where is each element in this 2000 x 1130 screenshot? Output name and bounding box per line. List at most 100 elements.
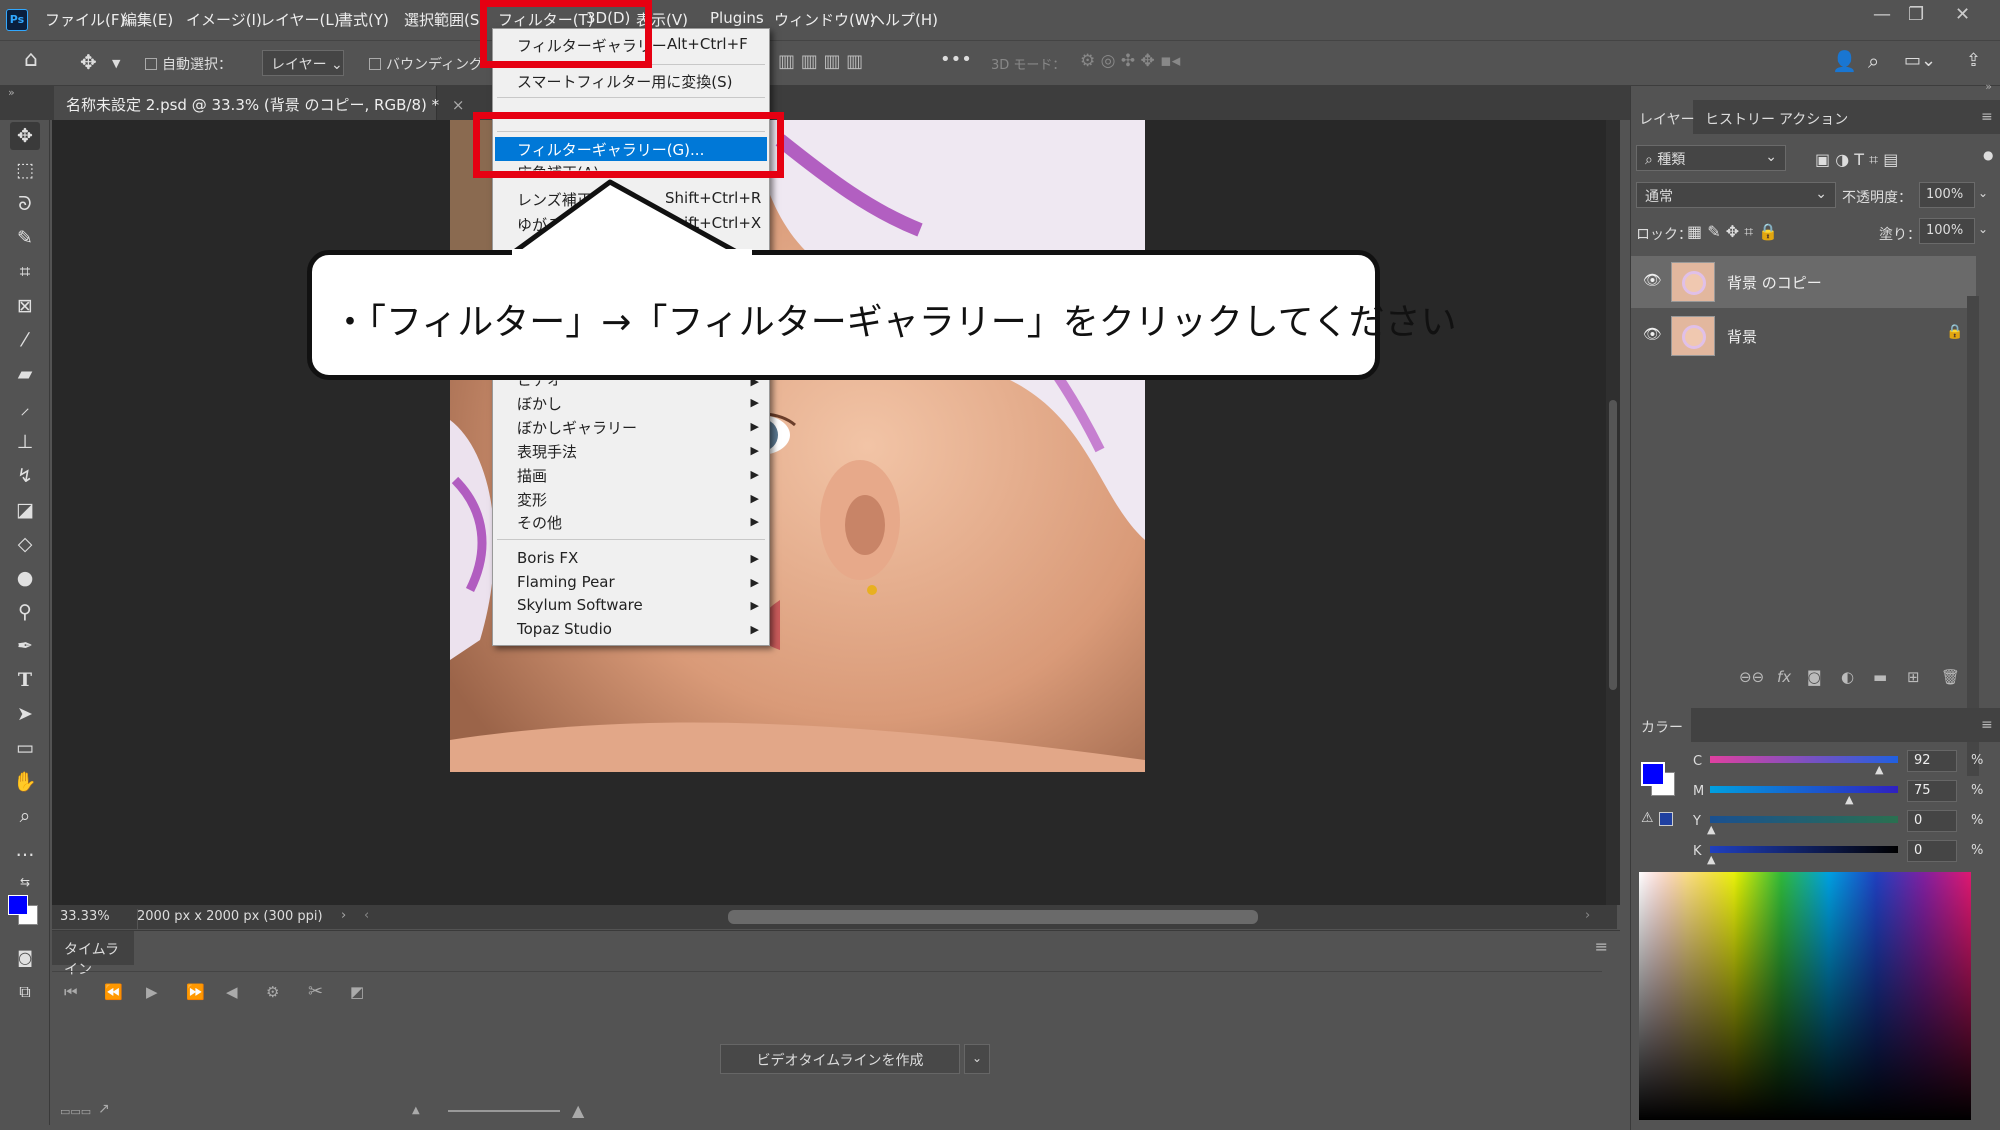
timeline-zoom-slider[interactable] [448,1110,560,1112]
magenta-value[interactable]: 75 [1907,780,1957,802]
lock-icons[interactable]: ▦ ✎ ✥ ⌗ 🔒 [1687,222,1778,242]
eraser-tool-icon[interactable]: ◪ [10,496,40,524]
hand-tool-icon[interactable]: ✋ [10,768,40,796]
black-slider[interactable] [1710,846,1898,853]
add-mask-icon[interactable]: ◙ [1807,668,1822,686]
link-layers-icon[interactable]: ⊖⊖ [1739,668,1764,686]
visibility-eye-icon[interactable]: 👁 [1643,271,1662,289]
audio-icon[interactable]: ◀ [226,983,238,1001]
vertical-scroll-thumb[interactable] [1609,400,1617,690]
menu-type[interactable]: 書式(Y) [338,9,389,30]
foreground-color-swatch[interactable] [8,895,28,915]
expand-panels-icon[interactable]: » [1985,80,1992,93]
menu-item-stylize[interactable]: 表現手法 [517,441,577,462]
menu-file[interactable]: ファイル(F) [45,9,125,30]
more-options-icon[interactable]: ••• [940,49,972,70]
move-tool-icon[interactable]: ✥ [10,122,40,150]
timeline-mode-icon[interactable]: ▭▭▭ [60,1105,91,1118]
chevron-down-icon[interactable]: ⌄ [1978,186,1988,200]
transition-icon[interactable]: ◩ [350,983,364,1001]
new-layer-icon[interactable]: ⊞ [1907,668,1920,686]
slider-thumb-icon[interactable]: ▲ [1707,853,1715,866]
split-scissors-icon[interactable]: ✂ [308,981,323,1002]
menu-item-render[interactable]: 描画 [517,465,547,486]
path-select-tool-icon[interactable]: ➤ [10,700,40,728]
tab-history[interactable]: ヒストリー [1705,109,1775,129]
dodge-tool-icon[interactable]: ⚲ [10,598,40,626]
slider-thumb-icon[interactable]: ▲ [1875,763,1883,776]
menu-plugins[interactable]: Plugins [710,9,764,27]
menu-window[interactable]: ウィンドウ(W) [774,9,876,30]
zoom-out-timeline-icon[interactable]: ▲ [412,1105,420,1116]
first-frame-icon[interactable]: ⏮ [64,983,78,1001]
menu-item-topaz-studio[interactable]: Topaz Studio [517,620,612,638]
chevron-down-icon[interactable]: ⌄ [964,1044,990,1074]
auto-select-checkbox[interactable]: 自動選択： [145,54,232,74]
tab-layers[interactable]: レイヤー [1631,100,1695,134]
scroll-right-icon[interactable]: › [1585,908,1590,923]
share-user-icon[interactable]: 👤 [1832,49,1857,73]
screen-mode-icon[interactable]: ⧉ [10,978,40,1006]
chevron-down-icon[interactable]: ⌄ [1978,222,1988,236]
menu-item-blur[interactable]: ぼかし [517,393,562,414]
adjustment-layer-icon[interactable]: ◐ [1841,668,1854,686]
quick-select-tool-icon[interactable]: ✎ [10,224,40,252]
cyan-value[interactable]: 92 [1907,750,1957,772]
layer-name[interactable]: 背景 [1727,326,1757,347]
color-spectrum-ramp[interactable] [1639,872,1971,1120]
render-icon[interactable]: ↗ [98,1101,110,1117]
close-icon[interactable]: ✕ [1955,4,1970,25]
play-icon[interactable]: ▶ [146,983,158,1001]
visibility-eye-icon[interactable]: 👁 [1643,325,1662,343]
panel-menu-icon[interactable]: ≡ [1981,717,1993,733]
stamp-tool-icon[interactable]: ⊥ [10,428,40,456]
blend-mode-dropdown[interactable]: 通常 ⌄ [1636,182,1836,208]
swap-colors-icon[interactable]: ⇆ [10,868,40,896]
color-foreground-swatch[interactable] [1641,762,1665,786]
gamut-swatch[interactable] [1659,812,1673,826]
layer-select-dropdown[interactable]: レイヤー ⌄ [262,50,344,76]
minimize-icon[interactable]: — [1873,4,1891,25]
timeline-tab[interactable]: タイムライン [52,931,134,978]
next-frame-icon[interactable]: ⏩ [186,983,205,1001]
menu-help[interactable]: ヘルプ(H) [870,9,938,30]
menu-select[interactable]: 選択範囲(S) [404,9,482,30]
layers-scrollbar[interactable] [1967,296,1979,776]
slider-thumb-icon[interactable]: ▲ [1707,823,1715,836]
3d-tools-icons[interactable]: ⚙ ◎ ✣ ✥ ▪◂ [1080,51,1180,71]
menu-edit[interactable]: 編集(E) [122,9,173,30]
tab-color[interactable]: カラー [1631,708,1691,742]
healing-brush-tool-icon[interactable]: ▰ [10,360,40,388]
filter-toggle-icon[interactable]: ● [1983,148,1993,162]
brush-tool-icon[interactable]: ⸝ [10,394,40,422]
document-size-info[interactable]: 2000 px x 2000 px (300 ppi) [137,909,323,924]
restore-icon[interactable]: ❐ [1908,4,1924,25]
cyan-slider[interactable] [1710,756,1898,763]
collapse-toolbar-icon[interactable]: » [8,86,15,99]
layer-row[interactable]: 👁 背景 のコピー [1631,256,1976,308]
menu-image[interactable]: イメージ(I) [186,9,262,30]
tab-actions[interactable]: アクション [1779,109,1848,129]
menu-item-flaming-pear[interactable]: Flaming Pear [517,573,615,591]
slider-thumb-icon[interactable]: ▲ [1845,793,1853,806]
search-icon[interactable]: ⌕ [1868,49,1879,73]
document-tab[interactable]: 名称未設定 2.psd @ 33.3% (背景 のコピー, RGB/8) * × [54,86,464,120]
horizontal-scroll-thumb[interactable] [728,910,1258,924]
status-arrow-icon[interactable]: › [341,908,346,923]
delete-layer-icon[interactable]: 🗑 [1941,668,1960,686]
scroll-left-icon[interactable]: ‹ [364,908,369,923]
share-icon[interactable]: ⇪ [1966,50,1981,71]
menu-item-skylum-software[interactable]: Skylum Software [517,596,643,614]
zoom-level[interactable]: 33.33% [60,909,110,924]
create-video-timeline-button[interactable]: ビデオタイムラインを作成 [720,1044,960,1074]
bounding-box-checkbox[interactable]: バウンディング [369,54,483,74]
blur-tool-icon[interactable]: ● [10,564,40,592]
zoom-in-timeline-icon[interactable]: ▲ [572,1101,584,1120]
prev-frame-icon[interactable]: ⏪ [104,983,123,1001]
layer-row[interactable]: 👁 背景 🔒 [1631,310,1976,362]
crop-tool-icon[interactable]: ⌗ [10,258,40,286]
menu-item-blur-gallery[interactable]: ぼかしギャラリー [517,417,637,438]
fill-field[interactable]: 100% [1919,218,1975,244]
layer-name[interactable]: 背景 のコピー [1727,272,1822,293]
layer-kind-filter[interactable]: ⌕ 種類 ⌄ [1636,145,1786,171]
